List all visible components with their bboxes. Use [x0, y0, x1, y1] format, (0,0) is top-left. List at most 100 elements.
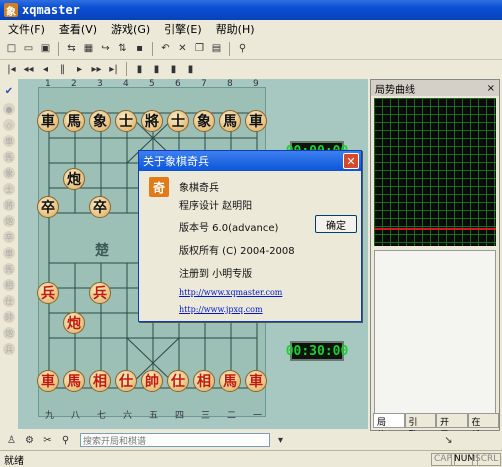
red-horse[interactable]: 馬: [63, 370, 85, 392]
library-icon[interactable]: ▮: [149, 62, 164, 77]
flip-board-icon[interactable]: ⇆: [64, 41, 79, 56]
red-minister-piece-icon[interactable]: 相: [3, 279, 15, 291]
red-cannon[interactable]: 炮: [63, 312, 85, 334]
status-bar: 就绪 CAP NUM SCRL: [0, 450, 502, 467]
black-horse[interactable]: 馬: [219, 110, 241, 132]
red-guard[interactable]: 仕: [115, 370, 137, 392]
black-advisor[interactable]: 士: [167, 110, 189, 132]
title-bar: 象 xqmaster: [0, 0, 502, 20]
red-horse-piece-icon[interactable]: 馬: [3, 263, 15, 275]
red-cannon-piece-icon[interactable]: 炮: [3, 327, 15, 339]
menu-file[interactable]: 文件(F): [8, 21, 45, 37]
book-icon[interactable]: ▮: [132, 62, 147, 77]
open-folder-icon[interactable]: ▭: [21, 41, 36, 56]
black-general[interactable]: 將: [141, 110, 163, 132]
dialog-close-button[interactable]: ✕: [343, 153, 359, 169]
pause-icon[interactable]: ‖: [55, 62, 70, 77]
panel-header: 局势曲线 ×: [371, 80, 499, 96]
tab-engine[interactable]: 引擎...: [404, 413, 436, 441]
tab-opening[interactable]: 开局...: [436, 413, 468, 441]
app-icon: 象: [4, 3, 18, 18]
tab-trend[interactable]: 局势...: [373, 413, 405, 441]
cannon-piece-icon[interactable]: 炮: [3, 215, 15, 227]
last-move-icon[interactable]: ▸|: [106, 62, 121, 77]
opening-search-input[interactable]: 搜索开局和棋谱: [80, 433, 270, 447]
file-label-top: 4: [123, 79, 129, 89]
red-king[interactable]: 帥: [141, 370, 163, 392]
copyright-text: 版权所有 (C) 2004-2008: [179, 246, 295, 257]
menu-help[interactable]: 帮助(H): [216, 21, 255, 37]
black-cannon[interactable]: 炮: [63, 168, 85, 190]
forward-icon[interactable]: ▸: [72, 62, 87, 77]
settings-icon[interactable]: ⚙: [22, 433, 37, 448]
red-soldier[interactable]: 兵: [89, 282, 111, 304]
document-icon[interactable]: ▮: [183, 62, 198, 77]
black-advisor[interactable]: 士: [115, 110, 137, 132]
red-guard[interactable]: 仕: [167, 370, 189, 392]
engine-icon[interactable]: ▪: [132, 41, 147, 56]
new-file-icon[interactable]: □: [4, 41, 19, 56]
black-rook[interactable]: 車: [245, 110, 267, 132]
red-soldier-piece-icon[interactable]: 兵: [3, 343, 15, 355]
menu-engine[interactable]: 引擎(E): [164, 21, 202, 37]
version-text: 版本号 6.0(advance): [179, 223, 279, 234]
general-piece-icon[interactable]: 將: [3, 199, 15, 211]
right-panel: 局势曲线 × 局势... 引擎... 开局... 在线...: [370, 79, 500, 441]
red-minister[interactable]: 相: [89, 370, 111, 392]
close-icon[interactable]: ×: [487, 83, 495, 94]
black-pawn[interactable]: 卒: [89, 196, 111, 218]
advisor-piece-icon[interactable]: 士: [3, 183, 15, 195]
redo-move-icon[interactable]: ↪: [98, 41, 113, 56]
menu-view[interactable]: 查看(V): [59, 21, 97, 37]
person-icon[interactable]: ♙: [4, 433, 19, 448]
app-name: 象棋奇兵: [179, 183, 219, 194]
navigation-toolbar: |◂ ◂◂ ◂ ‖ ▸ ▸▸ ▸| ▮ ▮ ▮ ▮: [0, 60, 502, 78]
first-move-icon[interactable]: |◂: [4, 62, 19, 77]
binoculars-icon[interactable]: ⚲: [235, 41, 250, 56]
dot-icon[interactable]: ●: [3, 103, 15, 115]
rook-piece-icon[interactable]: 車: [3, 135, 15, 147]
go-arrow-icon[interactable]: ↘: [441, 433, 456, 448]
website-link-1[interactable]: http://www.xqmaster.com: [179, 288, 282, 297]
black-elephant[interactable]: 象: [193, 110, 215, 132]
copy-icon[interactable]: ❐: [192, 41, 207, 56]
dropdown-arrow-icon[interactable]: ▾: [273, 433, 288, 448]
menu-game[interactable]: 游戏(G): [111, 21, 150, 37]
checkmark-icon[interactable]: ✔: [2, 84, 17, 99]
red-soldier[interactable]: 兵: [37, 282, 59, 304]
file-label-top: 7: [201, 79, 207, 89]
paste-icon[interactable]: ▤: [209, 41, 224, 56]
back-icon[interactable]: ◂: [38, 62, 53, 77]
tools-icon[interactable]: ✂: [40, 433, 55, 448]
black-elephant[interactable]: 象: [89, 110, 111, 132]
red-rook[interactable]: 車: [37, 370, 59, 392]
red-horse[interactable]: 馬: [219, 370, 241, 392]
pawn-piece-icon[interactable]: 卒: [3, 231, 15, 243]
ok-button[interactable]: 确定: [315, 215, 357, 233]
horse-piece-icon[interactable]: 馬: [3, 151, 15, 163]
undo-icon[interactable]: ↶: [158, 41, 173, 56]
eraser-icon[interactable]: ◇: [3, 119, 15, 131]
red-minister[interactable]: 相: [193, 370, 215, 392]
search-icon[interactable]: ⚲: [58, 433, 73, 448]
save-icon[interactable]: ▣: [38, 41, 53, 56]
fast-back-icon[interactable]: ◂◂: [21, 62, 36, 77]
fast-forward-icon[interactable]: ▸▸: [89, 62, 104, 77]
file-label-top: 6: [175, 79, 181, 89]
red-guard-piece-icon[interactable]: 仕: [3, 295, 15, 307]
black-rook[interactable]: 車: [37, 110, 59, 132]
red-king-piece-icon[interactable]: 帥: [3, 311, 15, 323]
black-pawn[interactable]: 卒: [37, 196, 59, 218]
black-horse[interactable]: 馬: [63, 110, 85, 132]
designer-text: 程序设计 赵明阳: [179, 201, 253, 212]
cut-icon[interactable]: ✕: [175, 41, 190, 56]
database-icon[interactable]: ▮: [166, 62, 181, 77]
red-rook[interactable]: 車: [245, 370, 267, 392]
red-rook-piece-icon[interactable]: 車: [3, 247, 15, 259]
status-text: 就绪: [4, 455, 24, 467]
website-link-2[interactable]: http://www.jpxq.com: [179, 305, 263, 314]
tab-online[interactable]: 在线...: [467, 413, 499, 441]
board-edit-icon[interactable]: ▦: [81, 41, 96, 56]
swap-side-icon[interactable]: ⇅: [115, 41, 130, 56]
elephant-piece-icon[interactable]: 象: [3, 167, 15, 179]
